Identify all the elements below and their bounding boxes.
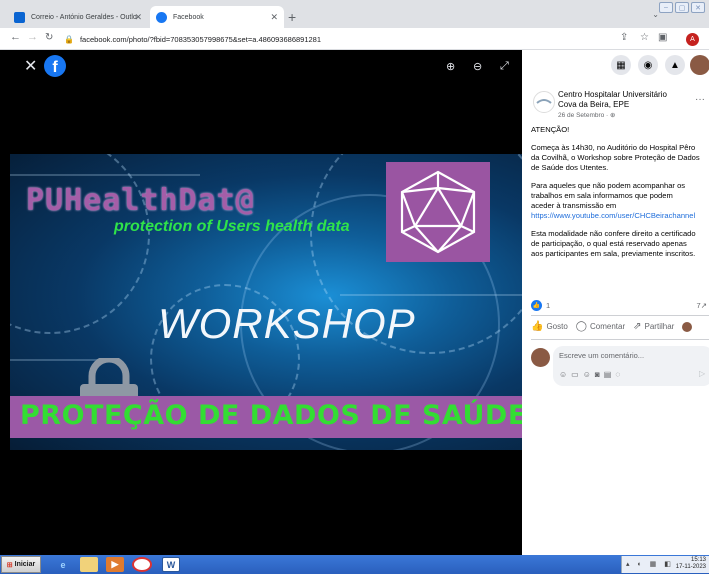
banner-title: PUHealthDat@ <box>26 183 255 218</box>
share-arrow-icon: ⇗ <box>633 321 642 332</box>
audience-selector[interactable] <box>682 321 693 332</box>
banner-subtitle: protection of Users health data <box>114 218 350 235</box>
post-author[interactable]: Centro Hospitalar Universitário Cova da … <box>558 90 682 110</box>
post-text: ATENÇÃO! Começa às 14h30, no Auditório d… <box>531 125 709 259</box>
tab-title: Correio - António Geraldes - Outlo <box>31 13 137 21</box>
forward-arrow-icon[interactable]: → <box>27 31 38 43</box>
post-heading: ATENÇÃO! <box>531 125 570 134</box>
browser-tab-strip: Correio - António Geraldes - Outlo ✕ Fac… <box>0 0 709 28</box>
reaction-count[interactable]: 👍 1 <box>531 300 550 311</box>
close-icon[interactable]: ✕ <box>134 12 142 23</box>
like-button[interactable]: 👍 Gosto <box>531 321 568 332</box>
side-panel-icon[interactable]: ▣ <box>658 32 667 43</box>
windows-logo-icon: ⊞ <box>6 561 13 569</box>
post-actions: 👍 Gosto ◯ Comentar ⇗ Partilhar <box>531 321 709 332</box>
comment-tools: ☺▭☺◙▤◌ <box>559 370 624 379</box>
avatar[interactable] <box>531 348 550 367</box>
clock[interactable]: 15:13 17-11-2023 <box>676 557 706 571</box>
comment-button[interactable]: ◯ Comentar <box>576 321 625 332</box>
sticker-icon[interactable]: ▭ <box>571 370 583 379</box>
fullscreen-icon[interactable]: ⤢ <box>500 60 509 73</box>
browser-toolbar: ← → ↻ 🔒 facebook.com/photo/?fbid=7083530… <box>0 28 709 50</box>
reload-icon[interactable]: ↻ <box>45 32 53 43</box>
divider <box>531 339 709 340</box>
messenger-icon[interactable]: ◉ <box>638 55 658 75</box>
plus-icon[interactable]: + <box>288 9 296 25</box>
maximize-button[interactable]: ▢ <box>675 2 689 13</box>
tab-title: Facebook <box>173 13 204 21</box>
divider <box>531 315 709 316</box>
thumbs-up-icon: 👍 <box>531 321 544 332</box>
comment-placeholder: Escreve um comentário... <box>559 351 645 360</box>
chrome-icon[interactable] <box>132 557 152 572</box>
share-icon[interactable]: ⇪ <box>620 32 628 43</box>
facebook-icon <box>156 11 167 23</box>
profile-avatar[interactable]: A <box>686 33 699 46</box>
close-icon[interactable]: ✕ <box>270 12 278 23</box>
avatar <box>682 321 693 332</box>
banner-stripe-text: PROTEÇÃO DE DADOS DE SAÚDE <box>20 400 522 431</box>
zoom-out-icon[interactable]: ⊖ <box>473 60 482 73</box>
facebook-logo-icon[interactable]: f <box>44 55 66 77</box>
zoom-in-icon[interactable]: ⊕ <box>446 60 455 73</box>
share-count[interactable]: 7↗ <box>697 301 707 310</box>
share-arrow-icon: ↗ <box>700 301 707 310</box>
close-window-button[interactable]: ✕ <box>691 2 705 13</box>
more-options-icon[interactable]: ··· <box>695 94 705 105</box>
menu-grid-icon[interactable]: ▦ <box>611 55 631 75</box>
youtube-link[interactable]: https://www.youtube.com/user/CHCBeiracha… <box>531 211 709 221</box>
outlook-icon <box>14 11 25 23</box>
post-date[interactable]: 26 de Setembro · ⊕ <box>558 111 615 119</box>
minimize-button[interactable]: – <box>659 2 673 13</box>
comment-bubble-icon: ◯ <box>575 321 587 332</box>
sticker-face-icon[interactable]: ◌ <box>615 370 624 379</box>
close-icon[interactable]: ✕ <box>24 56 37 76</box>
page-avatar[interactable] <box>533 91 555 113</box>
tab-facebook[interactable]: Facebook ✕ <box>150 6 284 28</box>
avatar-sticker-icon[interactable]: ☺ <box>559 370 571 379</box>
camera-icon[interactable]: ◙ <box>595 370 604 379</box>
like-reaction-icon: 👍 <box>531 300 542 311</box>
notifications-bell-icon[interactable]: ▲ <box>665 55 685 75</box>
globe-icon: ⊕ <box>610 112 616 119</box>
post-side-panel: ▦ ◉ ▲ Centro Hospitalar Universitário Co… <box>522 50 709 555</box>
system-tray: ▴ ◐ ▦ ◧ 15:13 17-11-2023 <box>621 556 709 573</box>
lock-icon: 🔒 <box>64 34 74 44</box>
share-button[interactable]: ⇗ Partilhar <box>633 321 674 332</box>
facebook-top-actions: ▦ ◉ ▲ <box>522 50 709 84</box>
send-icon[interactable]: ▷ <box>699 369 705 378</box>
workshop-banner-image: PUHealthDat@ protection of Users health … <box>10 154 522 450</box>
file-explorer-icon[interactable] <box>80 557 98 572</box>
chevron-down-icon[interactable]: ⌄ <box>652 10 659 19</box>
tab-outlook[interactable]: Correio - António Geraldes - Outlo ✕ <box>8 6 148 28</box>
bookmark-star-icon[interactable]: ☆ <box>640 32 649 43</box>
window-controls: – ▢ ✕ <box>659 2 705 13</box>
url-text: facebook.com/photo/?fbid=708353057998675… <box>79 34 322 44</box>
gif-icon[interactable]: ▤ <box>604 370 616 379</box>
address-bar[interactable]: 🔒 facebook.com/photo/?fbid=7083530579986… <box>64 31 612 47</box>
windows-taskbar: ⊞ Iniciar e ▶ W ▴ ◐ ▦ ◧ 15:13 17-11-2023 <box>0 555 709 574</box>
banner-headline: WORKSHOP <box>158 300 416 347</box>
photo-viewer: ✕ f ⊕ ⊖ ⤢ PUHealthDat@ protection of Use… <box>0 50 522 555</box>
icosahedron-logo-icon <box>386 162 490 262</box>
internet-explorer-icon[interactable]: e <box>54 557 72 572</box>
avatar[interactable] <box>690 55 709 75</box>
back-arrow-icon[interactable]: ← <box>10 31 21 43</box>
tray-icons[interactable]: ▴ ◐ ▦ ◧ <box>626 560 674 568</box>
word-icon[interactable]: W <box>162 557 180 572</box>
emoji-icon[interactable]: ☺ <box>583 370 595 379</box>
media-player-icon[interactable]: ▶ <box>106 557 124 572</box>
comment-input[interactable]: Escreve um comentário... ☺▭☺◙▤◌ ▷ <box>553 346 709 386</box>
start-button[interactable]: ⊞ Iniciar <box>1 556 41 573</box>
